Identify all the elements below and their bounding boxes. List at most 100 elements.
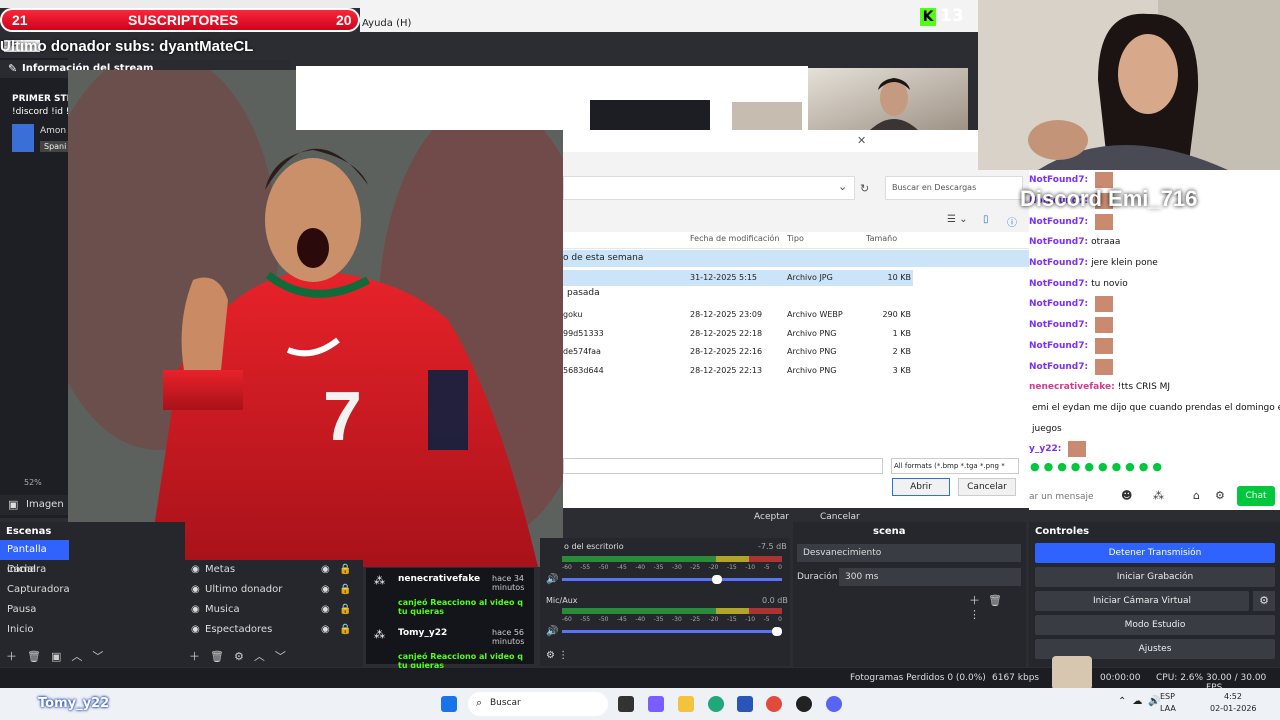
transition-toolbar[interactable]: ＋🗑⋮ — [969, 592, 1026, 621]
lang-indicator[interactable]: ESP — [1160, 692, 1175, 701]
studio-mode-button[interactable]: Modo Estudio — [1035, 615, 1275, 635]
filename-input[interactable] — [563, 458, 883, 474]
mixer-gear-icon[interactable]: ⚙ ⋮ — [546, 650, 568, 661]
stop-stream-button[interactable]: Detener Transmisión — [1035, 543, 1275, 563]
chat-username[interactable]: NotFound7: — [1029, 299, 1088, 309]
menu-help[interactable]: Ayuda (H) — [362, 18, 411, 29]
address-bar[interactable]: ⌄ — [563, 176, 855, 200]
store-icon[interactable]: ⌂ — [1193, 489, 1200, 502]
emote-bar[interactable]: ●●●●●●●●●● — [1030, 460, 1280, 478]
chat-send-button[interactable]: Chat — [1237, 486, 1275, 506]
meter-tick-label: -15 — [726, 564, 737, 571]
clock-date[interactable]: 02-01-2026 — [1210, 704, 1257, 713]
nested-preview — [296, 66, 808, 130]
task-view-icon[interactable] — [618, 696, 634, 712]
virtual-camera-button[interactable]: Iniciar Cámara Virtual — [1035, 591, 1249, 611]
scene-item[interactable]: Camara — [0, 560, 185, 580]
col-type[interactable]: Tipo — [787, 234, 804, 243]
cancel-button[interactable]: Cancelar — [820, 512, 860, 522]
scene-item[interactable]: Pausa — [0, 600, 185, 620]
group-this-week[interactable]: o de esta semana — [563, 250, 1029, 267]
file-row[interactable]: 99d51333 28-12-2025 22:18 Archivo PNG 1 KB — [563, 326, 913, 342]
obs-icon[interactable] — [796, 696, 812, 712]
col-date[interactable]: Fecha de modificación — [690, 234, 779, 243]
close-icon[interactable]: ✕ — [857, 134, 866, 147]
duration-input[interactable]: 300 ms — [839, 568, 1021, 586]
mic-volume-icon[interactable]: 🔊 — [546, 626, 558, 637]
meter-tick-label: -45 — [616, 564, 627, 571]
source-label: Espectadores — [205, 624, 273, 635]
emoji-icon[interactable]: ☻ — [1121, 489, 1132, 502]
cancel-dialog-button[interactable]: Cancelar — [958, 478, 1016, 496]
lock-icon[interactable]: 🔒 — [339, 600, 351, 620]
source-toolbar[interactable]: ＋🗑⚙︿﹀ — [189, 648, 296, 664]
file-row[interactable]: de574faa 28-12-2025 22:16 Archivo PNG 2 KB — [563, 344, 913, 360]
chat-username[interactable]: NotFound7: — [1029, 258, 1088, 268]
source-item[interactable]: ◉ Musica ◉ 🔒 — [185, 600, 363, 620]
scene-item[interactable]: Pantalla inicial — [0, 540, 69, 575]
track1-slider[interactable] — [562, 575, 782, 584]
accept-button[interactable]: Aceptar — [754, 512, 789, 522]
scene-item[interactable]: Inicio — [0, 620, 185, 640]
start-recording-button[interactable]: Iniciar Grabación — [1035, 567, 1275, 587]
meter-tick-label: -40 — [635, 564, 646, 571]
group-last-week[interactable]: pasada — [567, 288, 600, 298]
chat-username[interactable]: NotFound7: — [1029, 237, 1088, 247]
folder-icon[interactable] — [678, 696, 694, 712]
chat-username[interactable]: NotFound7: — [1029, 217, 1088, 227]
zoom-level[interactable]: 52% — [24, 478, 42, 487]
lock-icon[interactable]: 🔒 — [339, 620, 351, 640]
file-row[interactable]: 31-12-2025 5:15 Archivo JPG 10 KB — [563, 270, 913, 286]
col-size[interactable]: Tamaño — [866, 234, 897, 243]
eye-icon[interactable]: ◉ — [321, 580, 330, 600]
discord-icon[interactable] — [826, 696, 842, 712]
scene-item[interactable]: Capturadora — [0, 580, 185, 600]
chat-input[interactable]: ar un mensaje — [1029, 487, 1135, 507]
chat-username[interactable]: NotFound7: — [1029, 175, 1088, 185]
eye-icon[interactable]: ◉ — [321, 560, 330, 580]
help-icon[interactable]: ⓘ — [1007, 214, 1017, 229]
file-row[interactable]: goku 28-12-2025 23:09 Archivo WEBP 290 KB — [563, 307, 913, 323]
chat-username[interactable]: NotFound7: — [1029, 362, 1088, 372]
store-icon[interactable] — [737, 696, 753, 712]
lock-icon[interactable]: 🔒 — [339, 580, 351, 600]
lock-icon[interactable]: 🔒 — [339, 560, 351, 580]
clock-time[interactable]: 4:52 — [1224, 692, 1242, 701]
pane-icon[interactable]: ▯ — [983, 214, 989, 225]
chat-username[interactable]: NotFound7: — [1029, 320, 1088, 330]
taskbar-search[interactable]: ⌕ Buscar — [468, 692, 608, 716]
lang-indicator-2[interactable]: LAA — [1160, 704, 1176, 713]
source-item[interactable]: ◉ Metas ◉ 🔒 — [185, 560, 363, 580]
eye-icon[interactable]: ◉ — [321, 600, 330, 620]
event-item: ⁂ nenecrativefake hace 34 minutos canjeó Re… — [374, 574, 530, 622]
volume-icon[interactable]: 🔊 — [546, 574, 558, 585]
chat-username[interactable]: nenecrativefake: — [1029, 382, 1115, 392]
vcam-gear-icon[interactable]: ⚙ — [1253, 591, 1275, 611]
refresh-icon[interactable]: ↻ — [860, 182, 869, 195]
file-type: Archivo PNG — [787, 366, 837, 375]
track2-slider[interactable] — [562, 627, 782, 636]
view-icon[interactable]: ☰ ⌄ — [947, 214, 968, 225]
edge-icon[interactable] — [708, 696, 724, 712]
start-icon[interactable] — [441, 696, 457, 712]
image-source-row[interactable]: ▣ Imagen — [0, 495, 68, 515]
chrome-icon[interactable] — [766, 696, 782, 712]
gear-icon[interactable]: ⚙ — [1215, 489, 1225, 502]
transition-select[interactable]: Desvanecimiento — [797, 544, 1021, 562]
source-item[interactable]: ◉ Ultimo donador ◉ 🔒 — [185, 580, 363, 600]
file-row[interactable]: 5683d644 28-12-2025 22:13 Archivo PNG 3 KB — [563, 363, 913, 379]
scene-toolbar[interactable]: ＋🗑▣︿﹀ — [6, 648, 113, 664]
chat-username[interactable]: NotFound7: — [1029, 341, 1088, 351]
eye-icon[interactable]: ◉ — [321, 620, 330, 640]
copilot-icon[interactable] — [648, 696, 664, 712]
open-button[interactable]: Abrir — [892, 478, 950, 496]
chat-username[interactable]: NotFound7: — [1029, 279, 1088, 289]
chat-username[interactable]: y_y22: — [1029, 444, 1061, 454]
game-name: Amon — [40, 126, 67, 136]
file-type-select[interactable]: All formats (*.bmp *.tga *.png * — [891, 458, 1019, 474]
chevron-down-icon[interactable]: ⌄ — [838, 180, 847, 193]
search-downloads-input[interactable]: Buscar en Descargas — [885, 176, 1023, 200]
source-item[interactable]: ◉ Espectadores ◉ 🔒 — [185, 620, 363, 640]
points-icon[interactable]: ⁂ — [1153, 489, 1164, 502]
emote-icons[interactable]: ●●●●●●●●●● — [1030, 460, 1166, 473]
